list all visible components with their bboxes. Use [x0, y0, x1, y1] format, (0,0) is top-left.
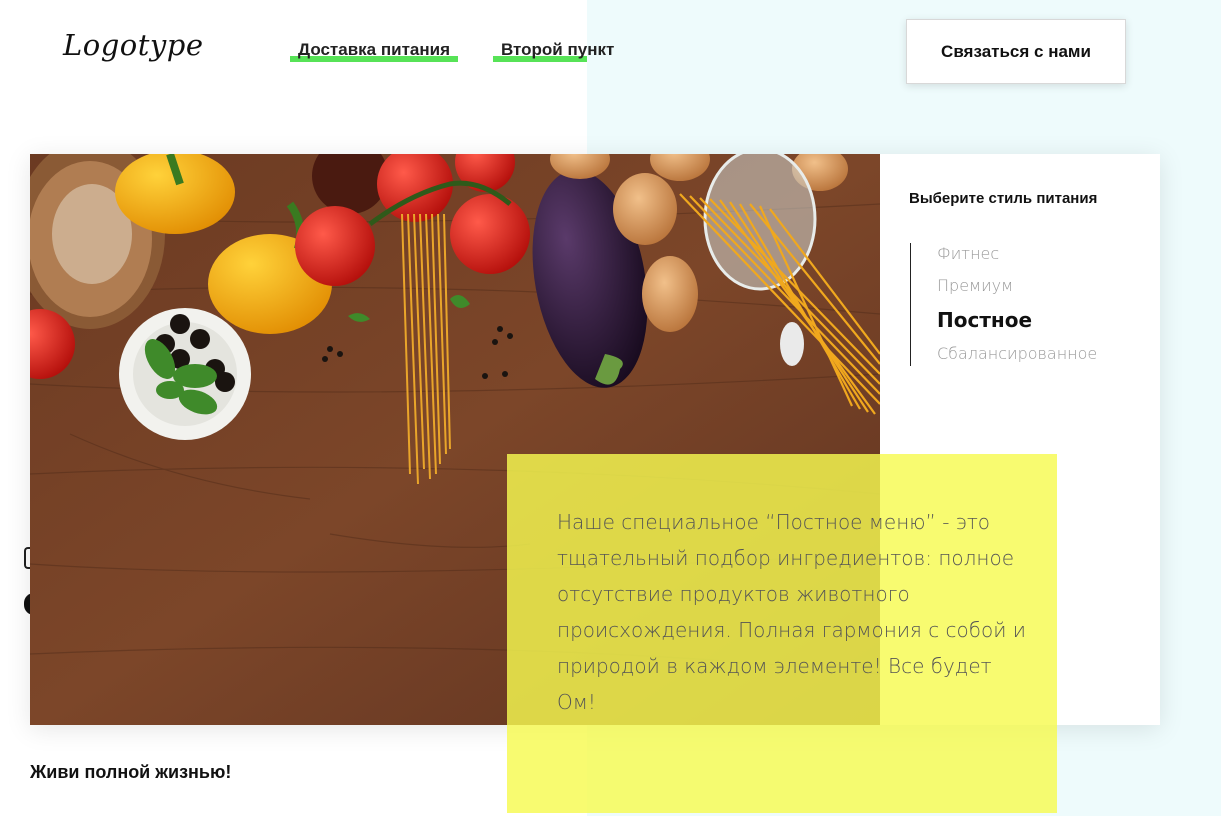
nav-item-label: Доставка питания — [298, 40, 450, 59]
style-item-premium[interactable]: Премиум — [937, 275, 1097, 307]
style-item-balanced[interactable]: Сбалансированное — [937, 343, 1097, 375]
tagline: Живи полной жизнью! — [30, 762, 232, 782]
style-item-lenten[interactable]: Постное — [937, 307, 1097, 343]
promo-text: Наше специальное “Постное меню” - это тщ… — [557, 510, 1026, 714]
style-item-fitness[interactable]: Фитнес — [937, 243, 1097, 275]
logo[interactable]: Logotype — [63, 28, 204, 62]
nutrition-style-list: Фитнес Премиум Постное Сбалансированное — [910, 243, 1097, 366]
contact-us-button[interactable]: Связаться с нами — [906, 19, 1126, 84]
nav-item-label: Второй пункт — [501, 40, 615, 59]
nav-item-food-delivery[interactable]: Доставка питания — [290, 40, 458, 62]
nav-item-second[interactable]: Второй пункт — [493, 40, 623, 62]
sidebar-title: Выберите стиль питания — [909, 190, 1098, 207]
